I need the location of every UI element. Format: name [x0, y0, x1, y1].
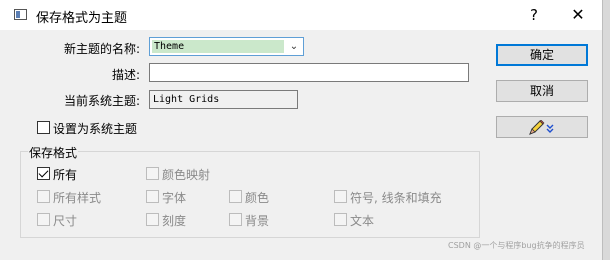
color-map-label: 颜色映射: [162, 168, 211, 182]
format-button[interactable]: [496, 116, 588, 138]
background-checkbox[interactable]: [229, 213, 242, 226]
symbols-lines-fill-label: 符号, 线条和填充: [350, 191, 442, 205]
description-label: 描述:: [112, 68, 141, 82]
current-theme-field: Light Grids: [149, 90, 298, 109]
chevron-down-icon[interactable]: ⌄: [287, 39, 301, 54]
background-label: 背景: [245, 214, 270, 228]
all-styles-checkbox[interactable]: [37, 190, 50, 203]
text-label: 文本: [350, 214, 375, 228]
font-label: 字体: [162, 191, 187, 205]
all-checkbox[interactable]: [37, 167, 50, 180]
theme-name-value: Theme: [152, 40, 284, 53]
pen-icon: [529, 120, 554, 135]
background-edge: [602, 0, 610, 260]
description-input[interactable]: [149, 63, 469, 82]
color-checkbox[interactable]: [229, 190, 242, 203]
help-button[interactable]: ?: [512, 0, 556, 30]
font-checkbox[interactable]: [146, 190, 159, 203]
all-label[interactable]: 所有: [53, 166, 77, 183]
set-system-theme-checkbox[interactable]: [37, 121, 50, 134]
title-bar: 保存格式为主题 ? ✕: [0, 0, 602, 30]
all-styles-label: 所有样式: [53, 191, 102, 205]
save-format-group-title: 保存格式: [28, 144, 79, 161]
symbols-lines-fill-checkbox[interactable]: [334, 190, 347, 203]
ticks-label: 刻度: [162, 214, 187, 228]
theme-name-combobox[interactable]: Theme ⌄: [149, 37, 304, 56]
size-checkbox[interactable]: [37, 213, 50, 226]
theme-name-label: 新主题的名称:: [64, 42, 141, 56]
cancel-button[interactable]: 取消: [496, 80, 588, 102]
size-label: 尺寸: [53, 214, 78, 228]
watermark-text: CSDN @一个与程序bug抗争的程序员: [448, 241, 585, 250]
ok-button[interactable]: 确定: [496, 44, 588, 66]
save-format-dialog: 保存格式为主题 ? ✕ 新主题的名称: Theme ⌄ 描述: 当前系统主题: …: [0, 0, 603, 260]
current-theme-label: 当前系统主题:: [64, 94, 141, 108]
close-button[interactable]: ✕: [556, 0, 600, 30]
window-app-icon: [14, 9, 27, 20]
set-system-theme-label[interactable]: 设置为系统主题: [53, 120, 137, 137]
text-checkbox[interactable]: [334, 213, 347, 226]
ticks-checkbox[interactable]: [146, 213, 159, 226]
color-map-checkbox[interactable]: [146, 167, 159, 180]
color-label: 颜色: [245, 191, 270, 205]
window-title: 保存格式为主题: [36, 11, 128, 26]
